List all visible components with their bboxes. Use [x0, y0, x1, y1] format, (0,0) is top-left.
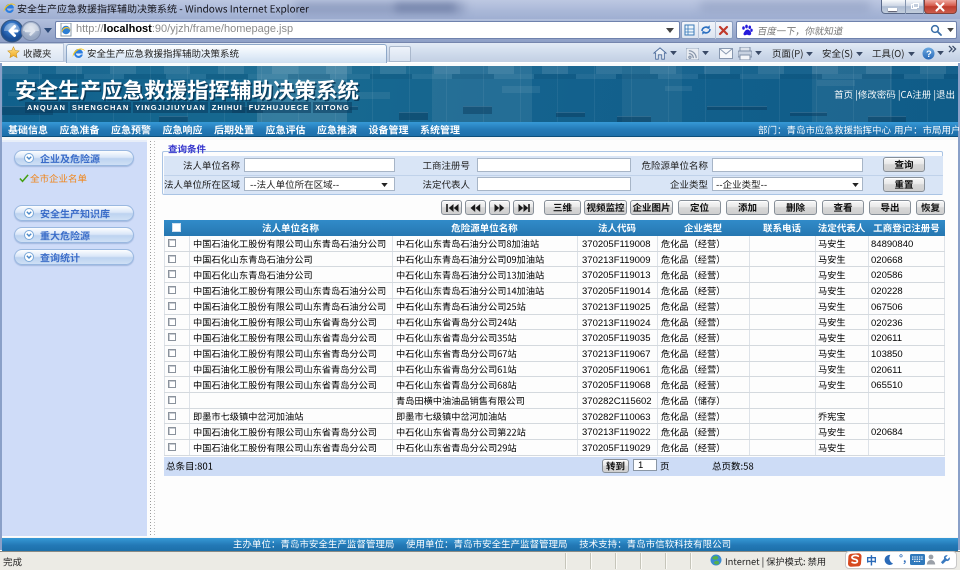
svg-text:?: ?	[926, 49, 932, 60]
